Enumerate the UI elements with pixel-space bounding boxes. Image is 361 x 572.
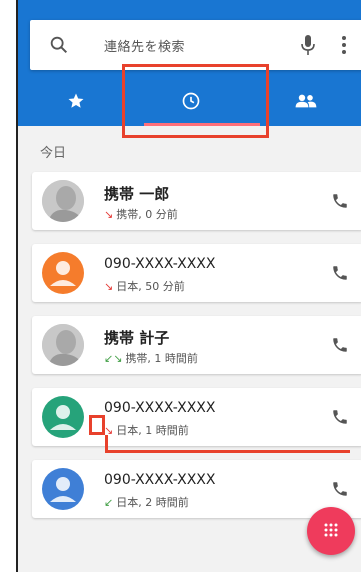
call-detail: ↙↘ 携帯, 1 時間前 bbox=[104, 350, 198, 366]
call-log-item[interactable]: 090-XXXX-XXXX ↘ 日本, 1 時間前 bbox=[32, 388, 361, 446]
contact-photo[interactable] bbox=[42, 180, 84, 222]
mic-icon[interactable] bbox=[300, 34, 316, 56]
call-detail: ↙ 日本, 2 時間前 bbox=[104, 494, 189, 510]
contact-photo[interactable] bbox=[42, 324, 84, 366]
call-detail-text: 携帯, 0 分前 bbox=[116, 208, 178, 221]
screenshot-frame: 連絡先を検索 今日 携帯 一郎 ↘ 携帯, 0 分前 090-XXXX-XXXX… bbox=[0, 0, 361, 572]
avatar-placeholder-icon[interactable] bbox=[42, 468, 84, 510]
avatar-placeholder-icon[interactable] bbox=[42, 396, 84, 438]
search-icon[interactable] bbox=[48, 34, 70, 56]
annotation-highlight-call-arrow bbox=[89, 415, 105, 435]
call-detail-text: 日本, 1 時間前 bbox=[116, 424, 189, 437]
more-vert-icon[interactable] bbox=[340, 33, 348, 57]
tab-favorites[interactable] bbox=[18, 76, 133, 126]
annotation-highlight-recents-tab bbox=[122, 64, 269, 138]
call-direction-icon: ↙ bbox=[104, 495, 114, 509]
caller-name: 090-XXXX-XXXX bbox=[104, 256, 216, 272]
call-direction-icon: ↘ bbox=[104, 207, 114, 221]
call-detail: ↘ 日本, 1 時間前 bbox=[104, 422, 189, 438]
call-log-item[interactable]: 090-XXXX-XXXX ↙ 日本, 2 時間前 bbox=[32, 460, 361, 518]
call-log-item[interactable]: 携帯 一郎 ↘ 携帯, 0 分前 bbox=[32, 172, 361, 230]
section-label-today: 今日 bbox=[40, 146, 67, 161]
dialpad-icon bbox=[324, 523, 338, 537]
call-detail-text: 日本, 2 時間前 bbox=[116, 496, 189, 509]
call-detail-text: 携帯, 1 時間前 bbox=[125, 352, 198, 365]
phone-icon[interactable] bbox=[331, 264, 349, 282]
dialpad-fab[interactable] bbox=[307, 507, 355, 555]
call-detail-text: 日本, 50 分前 bbox=[116, 280, 185, 293]
call-direction-icon: ↘ bbox=[104, 423, 114, 437]
phone-icon[interactable] bbox=[331, 192, 349, 210]
annotation-callout-line bbox=[105, 450, 350, 453]
search-input[interactable]: 連絡先を検索 bbox=[104, 36, 185, 55]
caller-name: 携帯 一郎 bbox=[104, 185, 170, 203]
caller-name: 090-XXXX-XXXX bbox=[104, 400, 216, 416]
phone-icon[interactable] bbox=[331, 480, 349, 498]
call-log-item[interactable]: 携帯 計子 ↙↘ 携帯, 1 時間前 bbox=[32, 316, 361, 374]
call-detail: ↘ 携帯, 0 分前 bbox=[104, 206, 178, 222]
caller-name: 携帯 計子 bbox=[104, 329, 170, 347]
people-icon bbox=[295, 94, 316, 108]
call-direction-icon: ↘ bbox=[104, 279, 114, 293]
caller-name: 090-XXXX-XXXX bbox=[104, 472, 216, 488]
phone-icon[interactable] bbox=[331, 336, 349, 354]
avatar-placeholder-icon[interactable] bbox=[42, 252, 84, 294]
phone-icon[interactable] bbox=[331, 408, 349, 426]
call-direction-icon: ↙↘ bbox=[104, 351, 123, 365]
search-bar[interactable]: 連絡先を検索 bbox=[30, 20, 361, 70]
call-log-item[interactable]: 090-XXXX-XXXX ↘ 日本, 50 分前 bbox=[32, 244, 361, 302]
call-detail: ↘ 日本, 50 分前 bbox=[104, 278, 185, 294]
star-icon bbox=[68, 93, 83, 108]
